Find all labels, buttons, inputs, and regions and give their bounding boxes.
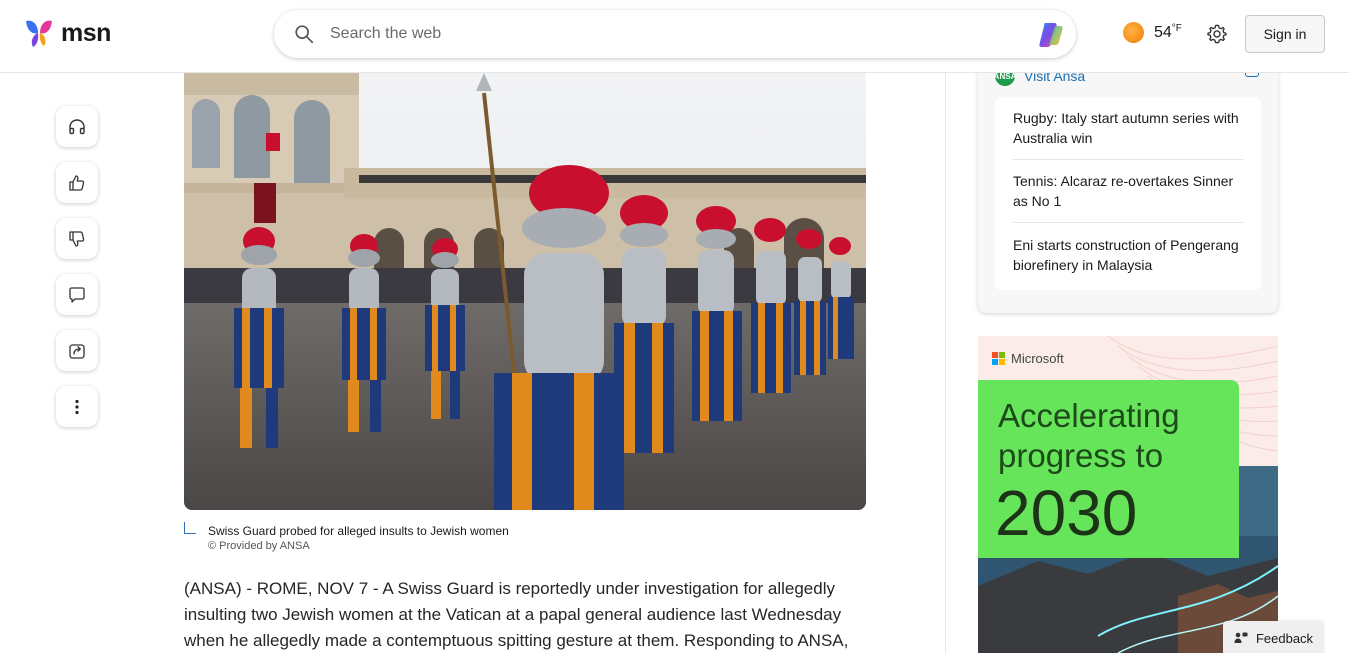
search-bar[interactable]: [274, 10, 1076, 58]
listen-button[interactable]: [56, 106, 98, 147]
comment-icon: [69, 286, 85, 303]
feedback-icon: [1234, 632, 1248, 643]
article-hero-image[interactable]: [184, 73, 866, 510]
comment-button[interactable]: [56, 274, 98, 315]
news-item[interactable]: Tennis: Alcaraz re-overtakes Sinner as N…: [1013, 160, 1244, 223]
dislike-button[interactable]: [56, 218, 98, 259]
caption-marker: [184, 522, 196, 534]
search-input[interactable]: [330, 10, 1010, 58]
headphones-icon: [69, 118, 85, 134]
share-button[interactable]: [56, 330, 98, 371]
image-credit: © Provided by ANSA: [208, 540, 310, 552]
ad-brand-label: Microsoft: [1011, 351, 1064, 366]
thumbs-up-icon: [69, 174, 85, 191]
advertisement[interactable]: Microsoft Accelerating progress to 2030: [978, 336, 1278, 653]
swiss-guard-photo: [184, 73, 866, 510]
ad-brand: Microsoft: [992, 351, 1064, 366]
feedback-label: Feedback: [1255, 630, 1314, 646]
msn-logo[interactable]: msn: [23, 17, 111, 49]
more-options-button[interactable]: [56, 386, 98, 427]
logo-text: msn: [61, 18, 111, 47]
sun-icon: [1123, 22, 1144, 43]
microsoft-logo-icon: [992, 352, 1005, 365]
ad-headline: Accelerating progress to: [998, 397, 1180, 474]
more-icon: [75, 399, 79, 414]
gear-icon[interactable]: [1206, 23, 1228, 45]
column-divider: [945, 73, 946, 653]
article-action-rail: [56, 106, 98, 427]
feedback-button[interactable]: Feedback: [1223, 621, 1324, 653]
msn-butterfly-icon: [26, 20, 52, 47]
article-body-paragraph: (ANSA) - ROME, NOV 7 - A Swiss Guard is …: [184, 579, 849, 650]
top-header: msn 54°F: [0, 0, 1349, 73]
copilot-icon[interactable]: [1036, 20, 1066, 50]
ad-year: 2030: [995, 477, 1138, 549]
search-icon: [295, 25, 314, 44]
like-button[interactable]: [56, 162, 98, 203]
share-icon: [69, 343, 85, 359]
thumbs-down-icon: [69, 230, 85, 247]
sign-in-button[interactable]: Sign in: [1245, 15, 1325, 53]
weather-widget[interactable]: 54°F: [1123, 22, 1182, 43]
image-caption: Swiss Guard probed for alleged insults t…: [208, 524, 509, 538]
temperature: 54°F: [1154, 22, 1182, 41]
publisher-news-list: Rugby: Italy start autumn series with Au…: [995, 97, 1261, 290]
news-item[interactable]: Eni starts construction of Pengerang bio…: [1013, 223, 1244, 286]
news-item[interactable]: Rugby: Italy start autumn series with Au…: [1013, 97, 1244, 160]
